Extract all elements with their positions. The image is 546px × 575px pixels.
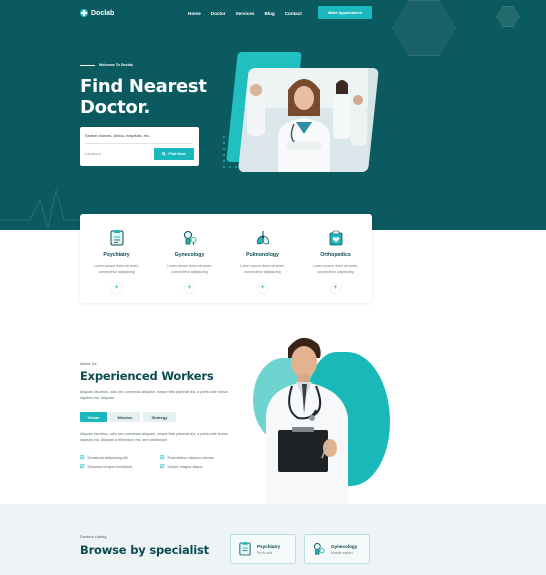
specialist-text: Gynecology Mobile expert <box>331 544 357 555</box>
checklist-item: ☑ Eiusmod tempor incididunt <box>80 464 160 470</box>
psychiatry-icon <box>239 542 251 556</box>
location-input[interactable]: Locations <box>85 149 151 159</box>
feature-desc-line1: Lorem ipsum dolor sit amet, <box>313 264 358 268</box>
find-now-button[interactable]: Find Now <box>154 148 194 160</box>
check-icon: ☑ <box>80 464 85 470</box>
nav-link-services[interactable]: Services <box>236 11 255 16</box>
checklist-text: Eiusmod tempor incididunt <box>87 465 133 469</box>
specialist-name: Gynecology <box>331 543 358 549</box>
about-tab-content: Aliquam faucibus, odio nec commodo aliqu… <box>80 432 228 442</box>
feature-card-pulmonology[interactable]: Pulmonology Lorem ipsum dolor sit amet, … <box>226 214 299 303</box>
checklist-text: Exercitation ullamco laboris <box>167 456 214 460</box>
search-card: Search doctors, clinics, hospitals, etc.… <box>80 127 199 166</box>
specialist-subtitle: Pro's unit <box>257 550 272 555</box>
checklist-text: Dolore magna aliqua <box>167 465 203 469</box>
hero-eyebrow-text: Welcome To Doclab <box>99 63 133 67</box>
specialists-title: Browse by specialist <box>80 543 209 557</box>
checklist-item: ☑ Dolore magna aliqua <box>160 464 240 470</box>
nav-menu: Home Doctor Services Blog Contact <box>188 6 302 20</box>
feature-title: Gynecology <box>174 252 205 258</box>
hero-eyebrow: Welcome To Doclab <box>80 63 133 67</box>
gynecology-icon <box>313 543 325 555</box>
hero-section: Doclab Home Doctor Services Blog Contact… <box>0 0 546 230</box>
find-now-label: Find Now <box>168 152 186 156</box>
feature-description: Lorem ipsum dolor sit amet, consectetur … <box>90 264 143 275</box>
hero-doctors-photo <box>238 68 379 172</box>
tab-mission[interactable]: Mission <box>110 412 140 422</box>
feature-desc-line2: consectetur adipisicing <box>171 269 208 274</box>
hexagon-decoration <box>392 0 456 56</box>
pulmonology-icon <box>256 231 270 245</box>
tab-strategy[interactable]: Strategy <box>143 412 176 422</box>
about-eyebrow: About Us <box>80 361 97 366</box>
nav-link-doctor[interactable]: Doctor <box>211 11 226 16</box>
orthopedics-icon <box>329 230 343 246</box>
divider <box>85 143 193 144</box>
specialist-text: Psychiatry Pro's unit <box>257 544 280 555</box>
eyebrow-line <box>80 64 95 66</box>
check-icon: ☑ <box>160 464 165 470</box>
feature-card-psychiatry[interactable]: Psychiatry Lorem ipsum dolor sit amet, c… <box>80 214 153 303</box>
about-paragraph: Aliquam faucibus, odio nec commodo aliqu… <box>80 390 228 400</box>
checklist-item: ☑ Exercitation ullamco laboris <box>160 455 240 461</box>
specialists-eyebrow: Doctors Listing <box>80 534 107 539</box>
specialist-name: Psychiatry <box>257 543 281 549</box>
brand-name: Doclab <box>91 9 115 17</box>
plus-icon[interactable]: + <box>185 284 194 293</box>
feature-desc-line1: Lorem ipsum dolor sit amet, <box>94 264 139 268</box>
feature-desc-line2: consectetur adipisicing <box>317 269 354 274</box>
about-title: Experienced Workers <box>80 369 214 383</box>
specialist-card-psychiatry[interactable]: Psychiatry Pro's unit <box>230 534 296 564</box>
hero-title: Find Nearest Doctor. <box>80 76 240 118</box>
doctors-group-illustration <box>238 68 368 172</box>
feature-card-orthopedics[interactable]: Orthopedics Lorem ipsum dolor sit amet, … <box>299 214 372 303</box>
feature-description: Lorem ipsum dolor sit amet, consectetur … <box>236 264 289 275</box>
hero-title-line2: Doctor. <box>80 97 150 118</box>
gynecology-icon <box>184 231 197 245</box>
doctor-with-clipboard-illustration <box>266 337 348 504</box>
logo-cross-icon <box>80 9 88 17</box>
search-input[interactable]: Search doctors, clinics, hospitals, etc. <box>85 133 150 138</box>
tab-vision[interactable]: Vision <box>80 412 107 422</box>
checklist-text: Doestoria adipiscing elit <box>87 456 128 460</box>
nav-link-blog[interactable]: Blog <box>264 11 274 16</box>
nav-link-home[interactable]: Home <box>188 11 201 16</box>
plus-icon[interactable]: + <box>331 284 340 293</box>
plus-icon[interactable]: + <box>258 284 267 293</box>
feature-desc-line1: Lorem ipsum dolor sit amet, <box>240 264 285 268</box>
feature-desc-line1: Lorem ipsum dolor sit amet, <box>167 264 212 268</box>
check-icon: ☑ <box>160 455 165 461</box>
feature-title: Pulmonology <box>246 252 279 258</box>
feature-card-gynecology[interactable]: Gynecology Lorem ipsum dolor sit amet, c… <box>153 214 226 303</box>
hexagon-decoration <box>496 6 520 27</box>
about-checklist: ☑ Doestoria adipiscing elit ☑ Exercitation… <box>80 455 240 470</box>
logo[interactable]: Doclab <box>80 9 114 17</box>
psychiatry-icon <box>110 230 124 246</box>
specialist-subtitle: Mobile expert <box>331 550 353 555</box>
plus-icon[interactable]: + <box>112 284 121 293</box>
specialist-card-gynecology[interactable]: Gynecology Mobile expert <box>304 534 370 564</box>
feature-description: Lorem ipsum dolor sit amet, consectetur … <box>163 264 216 275</box>
checklist-item: ☑ Doestoria adipiscing elit <box>80 455 160 461</box>
search-icon <box>162 152 167 156</box>
hero-title-line1: Find Nearest <box>80 76 207 97</box>
feature-title: Orthopedics <box>320 252 351 258</box>
nav-link-contact[interactable]: Contact <box>285 11 302 16</box>
make-appointment-button[interactable]: Make Appointment <box>318 6 372 19</box>
about-tabs: Vision Mission Strategy <box>80 412 176 422</box>
check-icon: ☑ <box>80 455 85 461</box>
specialty-features: Psychiatry Lorem ipsum dolor sit amet, c… <box>80 214 372 303</box>
feature-desc-line2: consectetur adipisicing <box>98 269 135 274</box>
feature-desc-line2: consectetur adipisicing <box>244 269 281 274</box>
feature-description: Lorem ipsum dolor sit amet, consectetur … <box>309 264 362 275</box>
feature-title: Psychiatry <box>103 252 130 258</box>
